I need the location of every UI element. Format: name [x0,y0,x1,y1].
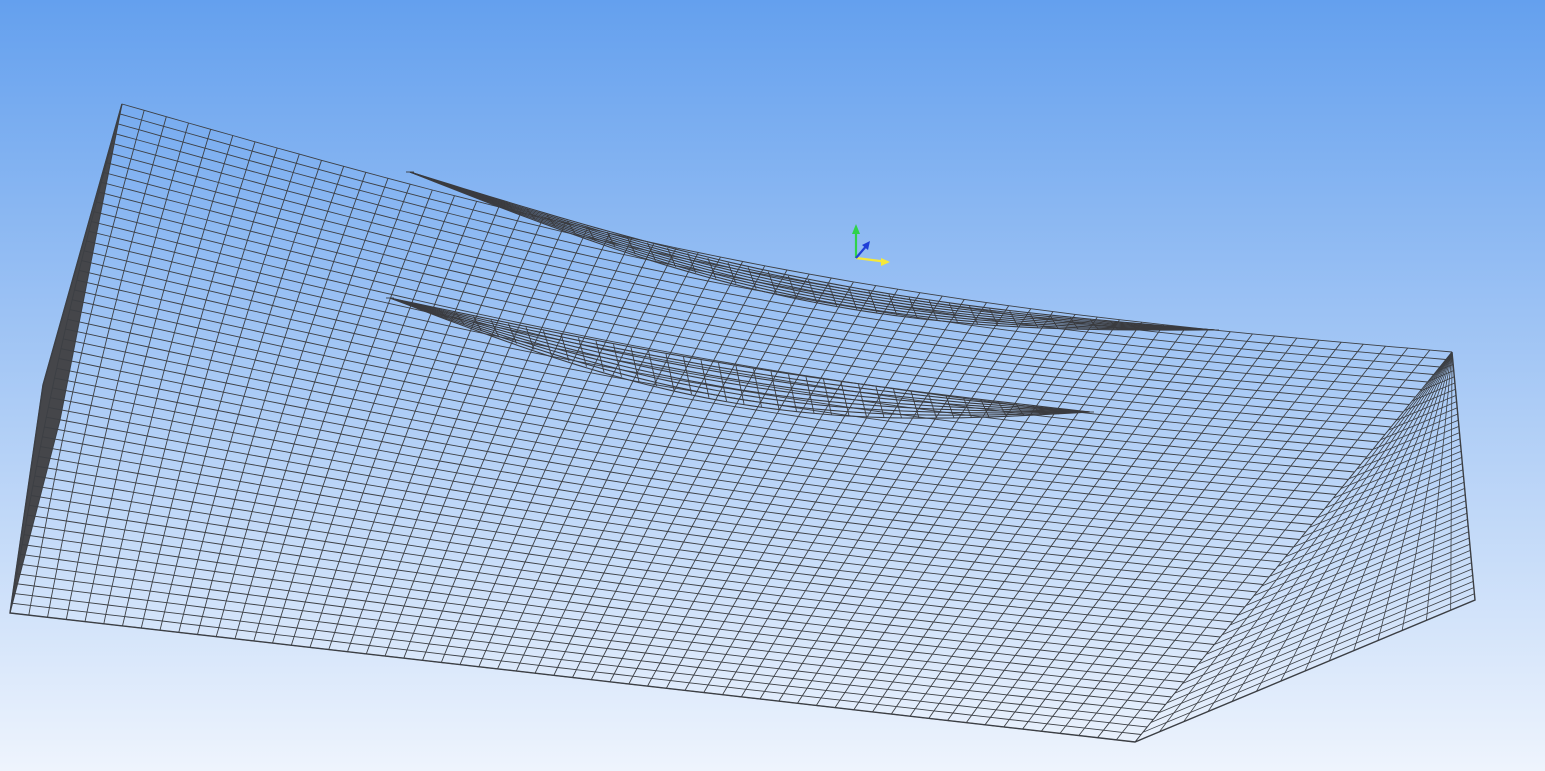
mesh-scene[interactable] [0,0,1545,771]
graphics-viewport[interactable] [0,0,1545,771]
